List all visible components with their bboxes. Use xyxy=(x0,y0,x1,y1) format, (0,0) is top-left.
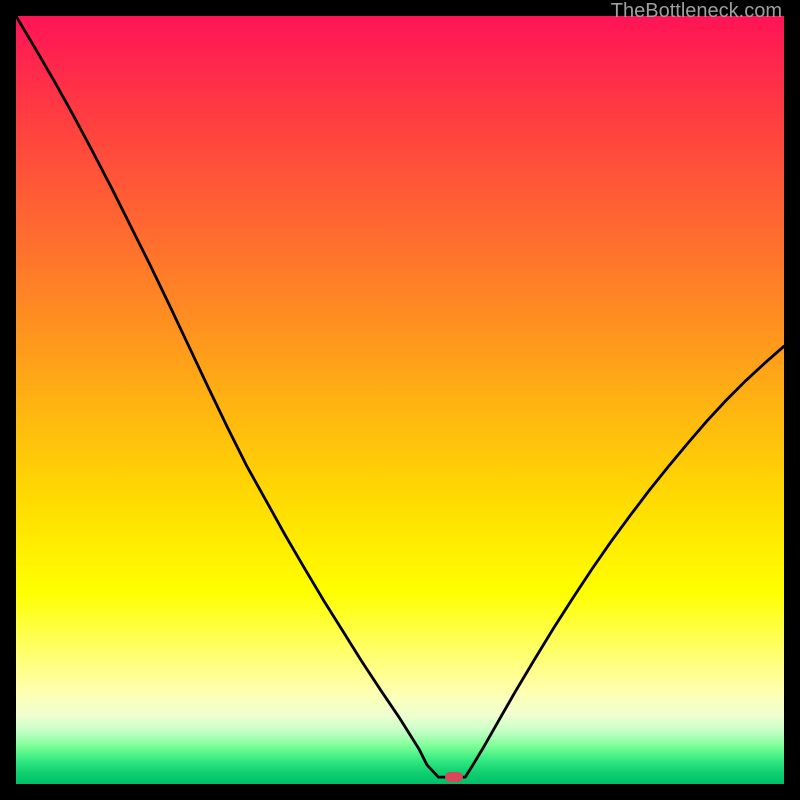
chart-container: TheBottleneck.com xyxy=(0,0,800,800)
plot-area xyxy=(16,16,784,784)
watermark-text: TheBottleneck.com xyxy=(611,0,782,23)
bottleneck-curve xyxy=(16,16,784,784)
balance-marker xyxy=(445,772,463,782)
